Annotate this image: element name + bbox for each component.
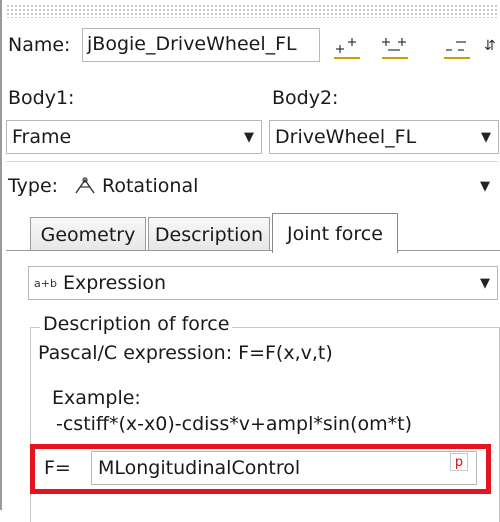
type-dropdown-chevron-icon[interactable]: ▼ [480, 179, 490, 194]
chevron-down-icon[interactable]: ▼ [237, 121, 261, 153]
parameter-button[interactable]: p [450, 453, 468, 471]
tab-geometry[interactable]: Geometry [30, 217, 146, 251]
split-icon[interactable] [380, 36, 410, 60]
divider [6, 161, 498, 162]
expression-icon: a+b [34, 276, 57, 290]
chevron-down-icon[interactable]: ▼ [473, 267, 497, 299]
example-title: Example: [52, 387, 141, 409]
force-mode-value: Expression [62, 272, 167, 294]
tab-joint-force[interactable]: Joint force [272, 213, 398, 253]
joint-properties-panel: Name: jBogie_DriveWheel_FL ⇵ Body1: Body… [0, 0, 500, 522]
body1-label: Body1: [8, 87, 75, 109]
group-title: Description of force [40, 313, 233, 335]
body2-value: DriveWheel_FL [275, 126, 417, 148]
name-input[interactable]: jBogie_DriveWheel_FL [82, 28, 320, 62]
active-tab-gap [273, 250, 397, 252]
expression-hint: Pascal/C expression: F=F(x,v,t) [38, 342, 333, 364]
body1-select[interactable]: Frame ▼ [6, 120, 262, 154]
force-label: F= [44, 457, 71, 479]
body2-select[interactable]: DriveWheel_FL ▼ [269, 120, 499, 154]
rotational-joint-icon [74, 176, 96, 201]
chevron-down-icon[interactable]: ▼ [474, 121, 498, 153]
force-mode-select[interactable]: a+b Expression ▼ [28, 266, 498, 300]
insert-icon[interactable] [332, 36, 362, 60]
tab-description[interactable]: Description [148, 217, 270, 251]
type-label: Type: [8, 175, 59, 197]
overflow-icon[interactable]: ⇵ [484, 38, 496, 54]
tab-baseline [6, 250, 500, 251]
name-label: Name: [8, 34, 71, 56]
body1-value: Frame [12, 126, 72, 148]
panel-grip-bar[interactable] [6, 4, 498, 18]
type-value[interactable]: Rotational [102, 175, 198, 197]
example-text: -cstiff*(x-x0)-cdiss*v+ampl*sin(om*t) [56, 413, 412, 435]
dash-icon[interactable] [442, 36, 472, 60]
force-expression-input[interactable]: MLongitudinalControl [91, 451, 477, 485]
body2-label: Body2: [272, 87, 339, 109]
